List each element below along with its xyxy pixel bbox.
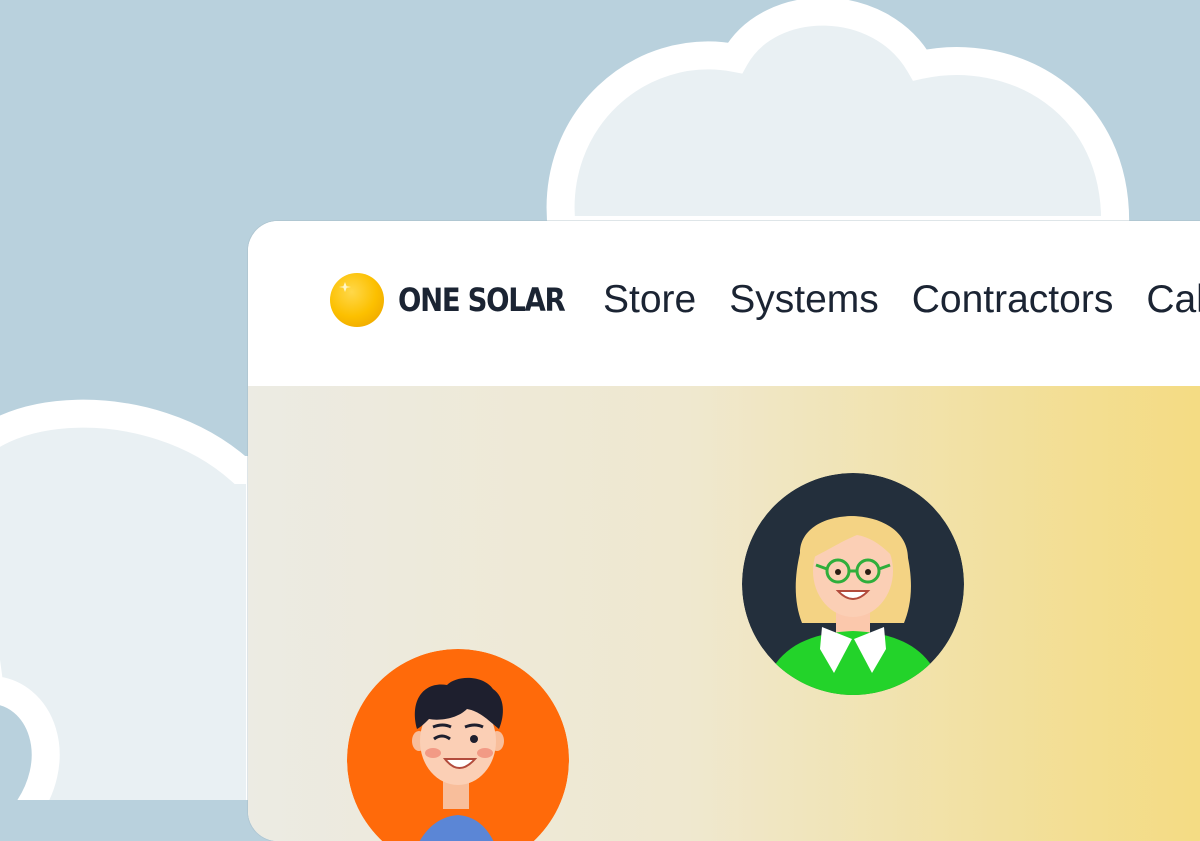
brand-name: ONE SOLAR	[398, 281, 566, 319]
browser-window: ONE SOLAR Store Systems Contractors Cal	[248, 221, 1200, 841]
brand-logo[interactable]: ONE SOLAR	[328, 271, 592, 329]
nav-item-contractors[interactable]: Contractors	[912, 277, 1114, 323]
nav-item-store[interactable]: Store	[603, 277, 696, 323]
winking-man-avatar	[347, 649, 569, 841]
sun-icon	[330, 273, 384, 327]
background-scene: ONE SOLAR Store Systems Contractors Cal	[0, 0, 1200, 841]
main-navigation: Store Systems Contractors Cal	[603, 277, 1200, 323]
nav-item-systems[interactable]: Systems	[729, 277, 879, 323]
hero-section	[248, 386, 1200, 841]
nav-item-calculator[interactable]: Cal	[1146, 277, 1200, 323]
cloud-bottom-left	[0, 399, 274, 800]
woman-with-glasses-avatar	[742, 473, 964, 695]
cloud-top-right	[546, 0, 1130, 244]
site-header: ONE SOLAR Store Systems Contractors Cal	[248, 221, 1200, 386]
